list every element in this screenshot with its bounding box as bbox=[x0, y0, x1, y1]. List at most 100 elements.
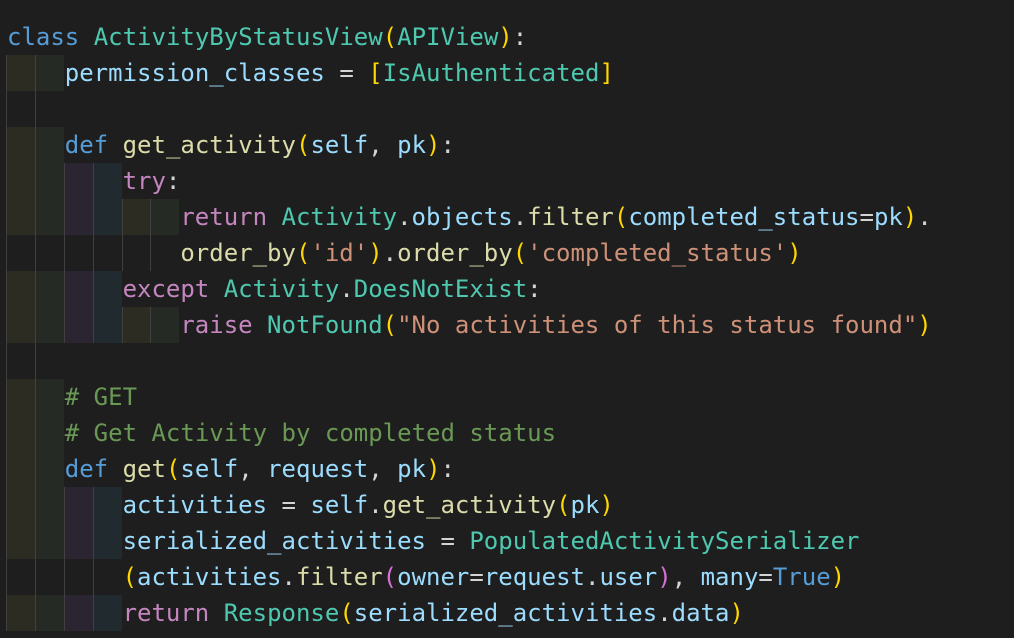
code-text: # Get Activity by completed status bbox=[64, 415, 556, 451]
code-token: DoesNotExist bbox=[353, 275, 528, 303]
indent-guide bbox=[34, 415, 64, 451]
indent-guide bbox=[150, 307, 180, 343]
code-token: get bbox=[122, 455, 166, 483]
code-token: ( bbox=[382, 311, 398, 339]
code-token: = bbox=[469, 563, 484, 591]
code-line[interactable]: def get(self, request, pk): bbox=[6, 451, 932, 487]
code-line[interactable]: def get_activity(self, pk): bbox=[6, 127, 932, 163]
code-token: pk bbox=[873, 203, 903, 231]
code-token: user bbox=[599, 563, 658, 591]
code-token: ( bbox=[122, 563, 138, 591]
code-token: many bbox=[700, 563, 759, 591]
code-token: ) bbox=[368, 239, 383, 267]
code-token: def bbox=[64, 131, 109, 159]
code-token: = bbox=[267, 491, 311, 519]
code-token: : bbox=[165, 167, 181, 195]
code-text: permission_classes = [IsAuthenticated] bbox=[64, 55, 614, 91]
code-token: ( bbox=[295, 239, 311, 267]
code-text: order_by('id').order_by('completed_statu… bbox=[179, 235, 801, 271]
code-line[interactable] bbox=[6, 343, 932, 379]
indent-guide bbox=[121, 307, 151, 343]
indent-guide bbox=[92, 163, 122, 199]
indent-guide bbox=[34, 55, 64, 91]
code-line[interactable]: order_by('id').order_by('completed_statu… bbox=[6, 235, 932, 271]
code-token: = bbox=[758, 563, 773, 591]
code-token: activities bbox=[122, 491, 268, 519]
code-line[interactable]: # GET bbox=[6, 379, 932, 415]
code-token: = bbox=[859, 203, 874, 231]
code-token: ( bbox=[382, 563, 398, 591]
code-line[interactable]: serialized_activities = PopulatedActivit… bbox=[6, 523, 932, 559]
indent-guide bbox=[121, 235, 151, 271]
code-token: owner bbox=[397, 563, 470, 591]
code-line[interactable]: # Get Activity by completed status bbox=[6, 415, 932, 451]
code-line[interactable]: class ActivityByStatusView(APIView): bbox=[6, 19, 932, 55]
code-token: filter bbox=[527, 203, 614, 231]
indent-guide bbox=[6, 307, 35, 343]
indent-guide bbox=[34, 235, 64, 271]
code-token: self bbox=[180, 455, 239, 483]
code-token: pk bbox=[397, 455, 427, 483]
code-token: . bbox=[917, 203, 932, 231]
code-token: : bbox=[512, 23, 528, 51]
code-token: [ bbox=[368, 59, 383, 87]
indent-guide bbox=[92, 199, 122, 235]
code-token: ) bbox=[498, 23, 513, 51]
code-token: data bbox=[671, 599, 730, 627]
code-token: except bbox=[122, 275, 210, 303]
code-token: order_by bbox=[397, 239, 513, 267]
code-line[interactable]: (activities.filter(owner=request.user), … bbox=[6, 559, 932, 595]
code-editor[interactable]: class ActivityByStatusView(APIView): perm… bbox=[6, 19, 932, 631]
code-token: . bbox=[584, 563, 600, 591]
indent-guide bbox=[92, 595, 122, 631]
code-line[interactable]: permission_classes = [IsAuthenticated] bbox=[6, 55, 932, 91]
code-token: = bbox=[324, 59, 369, 87]
code-token: get_activity bbox=[382, 491, 557, 519]
indent-guide bbox=[150, 199, 180, 235]
code-token: get_activity bbox=[122, 131, 296, 159]
code-token: ) bbox=[599, 491, 614, 519]
code-text: return Activity.objects.filter(completed… bbox=[179, 199, 931, 235]
code-line[interactable]: try: bbox=[6, 163, 932, 199]
code-line[interactable] bbox=[6, 91, 932, 127]
code-token: completed_status bbox=[628, 203, 860, 231]
indent-guide bbox=[6, 343, 35, 379]
indent-guide bbox=[121, 199, 151, 235]
code-line[interactable]: return Response(serialized_activities.da… bbox=[6, 595, 932, 631]
code-line[interactable]: except Activity.DoesNotExist: bbox=[6, 271, 932, 307]
indent-guide bbox=[6, 55, 35, 91]
code-token: ( bbox=[382, 23, 398, 51]
code-line[interactable]: raise NotFound("No activities of this st… bbox=[6, 307, 932, 343]
indent-guide bbox=[6, 127, 35, 163]
code-text: # GET bbox=[64, 379, 137, 415]
code-token: serialized_activities bbox=[122, 527, 426, 555]
indent-guide bbox=[6, 235, 35, 271]
code-token: # GET bbox=[64, 383, 138, 411]
code-text: except Activity.DoesNotExist: bbox=[122, 271, 542, 307]
code-token: = bbox=[426, 527, 470, 555]
code-token: True bbox=[772, 563, 831, 591]
code-token: ( bbox=[512, 239, 528, 267]
code-line[interactable]: activities = self.get_activity(pk) bbox=[6, 487, 932, 523]
code-token: ActivityByStatusView bbox=[93, 23, 383, 51]
code-token: # Get Activity by completed status bbox=[64, 419, 557, 447]
code-token: ) bbox=[917, 311, 932, 339]
code-token: try bbox=[122, 167, 166, 195]
code-token: Response bbox=[223, 599, 340, 627]
indent-guide bbox=[63, 163, 93, 199]
code-token: pk bbox=[570, 491, 600, 519]
code-token: ) bbox=[729, 599, 744, 627]
code-text: class ActivityByStatusView(APIView): bbox=[6, 19, 527, 55]
indent-guide bbox=[34, 523, 64, 559]
code-text: try: bbox=[122, 163, 181, 199]
indent-guide bbox=[92, 523, 122, 559]
code-token: ) bbox=[902, 203, 918, 231]
code-line[interactable]: return Activity.objects.filter(completed… bbox=[6, 199, 932, 235]
code-token: raise bbox=[180, 311, 253, 339]
indent-guide bbox=[92, 559, 122, 595]
indent-guide bbox=[6, 91, 35, 127]
